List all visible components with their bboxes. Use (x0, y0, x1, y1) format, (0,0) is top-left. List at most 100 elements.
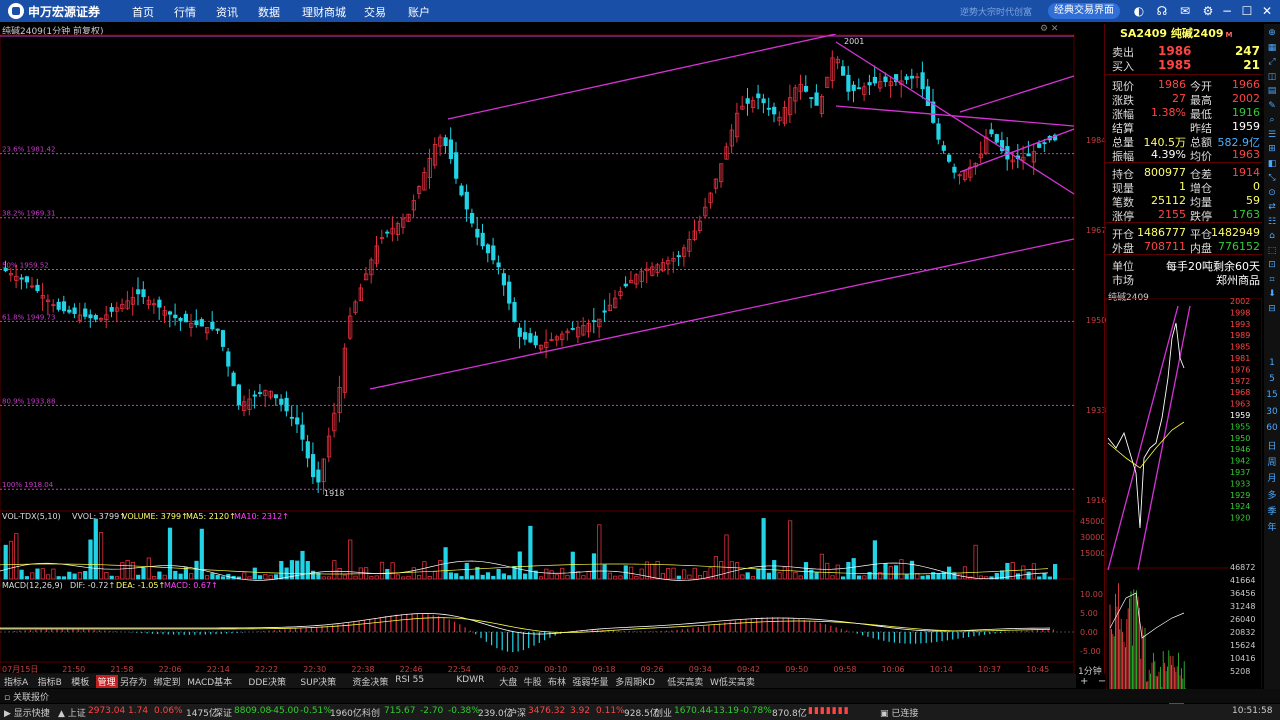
mini-axis-label: 1929 (1230, 491, 1250, 500)
period-button[interactable]: 多 (1266, 488, 1278, 501)
close-icon[interactable]: ✕ (1260, 4, 1274, 18)
sidebar-tool-icon[interactable]: ⊟ (1266, 304, 1278, 314)
sidebar-tool-icon[interactable]: ▤ (1266, 86, 1278, 96)
sidebar-tool-icon[interactable]: ⊕ (1266, 28, 1278, 38)
price-axis-label: 1950 (1086, 316, 1106, 325)
period-button[interactable]: 30 (1266, 407, 1278, 417)
indicator-tab[interactable]: DDE决策 (248, 675, 286, 688)
sidebar-tool-icon[interactable]: ⊡ (1266, 260, 1278, 270)
status-item: 715.67 (384, 706, 416, 716)
nav-trade[interactable]: 交易 (364, 4, 386, 20)
sidebar-tool-icon[interactable]: ⬇ (1266, 289, 1278, 299)
sidebar-tool-icon[interactable]: ◫ (1266, 72, 1278, 82)
zoom-controls[interactable]: + − (1080, 676, 1106, 687)
indicator-tab[interactable]: SUP决策 (300, 675, 336, 688)
indicator-tab[interactable]: 大盘 (499, 675, 517, 688)
indicator-tab[interactable]: 低买高卖 (667, 675, 703, 688)
headset-icon[interactable]: ☊ (1155, 4, 1169, 18)
period-button[interactable]: 月 (1266, 471, 1278, 484)
indicator-tab[interactable]: 资金决策 (352, 675, 388, 688)
sidebar-tool-icon[interactable]: ⌗ (1266, 275, 1278, 285)
indicator-tab[interactable]: 指标B (38, 675, 62, 688)
chart-settings-icon[interactable]: ⚙ ✕ (1040, 24, 1058, 34)
period-button[interactable]: 季 (1266, 504, 1278, 517)
nav-market[interactable]: 行情 (174, 4, 196, 20)
sidebar-tool-icon[interactable]: ⊞ (1266, 144, 1278, 154)
volume-bar (348, 539, 353, 580)
nav-home[interactable]: 首页 (132, 4, 154, 20)
related-quote-tab[interactable]: ▫ 关联报价 (4, 690, 49, 703)
indicator-tab[interactable]: 绑定到 (154, 675, 181, 688)
mini-vol-label: 31248 (1230, 602, 1255, 611)
indicator-tab[interactable]: W低买高卖 (710, 675, 755, 688)
fib-label: 23.6% 1981.42 (2, 146, 55, 154)
indicator-tab[interactable]: 布林 (548, 675, 566, 688)
candle (994, 134, 999, 143)
quote-row: 总量 140.5万 总额 582.9亿 (1112, 134, 1260, 149)
sidebar-tool-icon[interactable]: ⬚ (1266, 246, 1278, 256)
sidebar-tool-icon[interactable]: ⌕ (1266, 115, 1278, 125)
indicator-tab[interactable]: 多周期KD (615, 675, 655, 688)
candle (469, 212, 475, 224)
sidebar-tool-icon[interactable]: ◧ (1266, 159, 1278, 169)
candle (295, 417, 300, 425)
sub-tabs: ▫ 关联报价 (0, 689, 1280, 703)
main-chart[interactable]: 23.6% 1981.42 38.2% 1969.31 50% 1959.52 61.… (0, 34, 1106, 674)
period-button[interactable]: 年 (1266, 520, 1278, 533)
quote-value: 4.39% (1151, 148, 1186, 161)
indicator-tab[interactable]: 模板 (71, 675, 89, 688)
period-button[interactable]: 周 (1266, 455, 1278, 468)
indicator-tab[interactable]: MACD基本 (187, 675, 232, 688)
sidebar-tool-icon[interactable]: ✎ (1266, 101, 1278, 111)
indicator-tab[interactable]: 指标A (4, 675, 28, 688)
volume-bar (379, 561, 385, 580)
time-label: 09:58 (833, 665, 856, 674)
nav-wealth-mall[interactable]: 理财商城 (302, 4, 346, 20)
candle (109, 307, 114, 312)
period-button[interactable]: 1 (1266, 358, 1278, 368)
nav-account[interactable]: 账户 (408, 4, 430, 20)
volume-bar (591, 553, 597, 580)
status-item: 科创 (362, 709, 381, 719)
sidebar-tool-icon[interactable]: ▦ (1266, 43, 1278, 53)
mini-axis-label: 1946 (1230, 445, 1250, 454)
sidebar-tool-icon[interactable]: ⤢ (1266, 57, 1278, 67)
maximize-icon[interactable]: ☐ (1240, 4, 1254, 18)
sell-price: 1986 (1158, 44, 1192, 58)
period-button[interactable]: 日 (1266, 439, 1278, 452)
sidebar-tool-icon[interactable]: ⤡ (1266, 173, 1278, 183)
candle (909, 75, 915, 79)
indicator-tab[interactable]: 另存为 (120, 675, 147, 688)
indicator-tab[interactable]: 强弱华量 (572, 675, 608, 688)
candle (215, 328, 220, 331)
candle (809, 97, 814, 99)
candle (252, 394, 257, 397)
indicator-tab[interactable]: 管理 (95, 675, 118, 688)
nav-data[interactable]: 数据 (258, 4, 280, 20)
mini-axis-label: 1985 (1230, 343, 1250, 352)
settings-icon[interactable]: ⚙ (1201, 4, 1215, 18)
indicator-tab[interactable]: RSI 55 (395, 675, 424, 685)
period-button[interactable]: 60 (1266, 423, 1278, 433)
macd-axis-label: 10.00 (1080, 590, 1103, 599)
mail-icon[interactable]: ✉ (1178, 4, 1192, 18)
mini-chart[interactable]: 2002 1998 1993 1989 1985 1981 1976 1972 1968 1963… (1106, 298, 1262, 690)
quote-value: 1916 (1232, 106, 1260, 119)
classic-trade-button[interactable]: 经典交易界面 (1048, 3, 1120, 19)
nav-news[interactable]: 资讯 (216, 4, 238, 20)
status-item: 0.06% (154, 706, 183, 716)
sidebar-tool-icon[interactable]: ⌂ (1266, 231, 1278, 241)
indicator-tab[interactable]: KDWR (456, 675, 484, 685)
mini-trend-line (1107, 305, 1179, 571)
period-button[interactable]: 5 (1266, 374, 1278, 384)
skin-icon[interactable]: ◐ (1132, 4, 1146, 18)
indicator-tab[interactable]: 牛股 (524, 675, 542, 688)
candle (289, 416, 295, 419)
sidebar-tool-icon[interactable]: ⇄ (1266, 202, 1278, 212)
period-button[interactable]: 15 (1266, 390, 1278, 400)
minimize-icon[interactable]: − (1220, 4, 1234, 18)
sidebar-tool-icon[interactable]: ⊙ (1266, 188, 1278, 198)
candle (226, 351, 231, 367)
sidebar-tool-icon[interactable]: ☷ (1266, 217, 1278, 227)
sidebar-tool-icon[interactable]: ☰ (1266, 130, 1278, 140)
